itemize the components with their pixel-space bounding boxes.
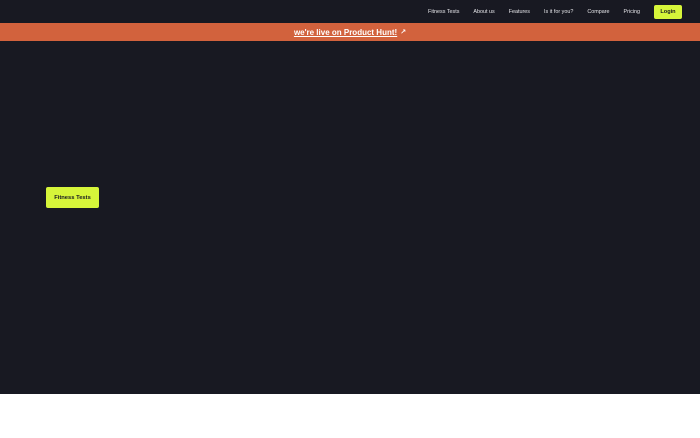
nav-link-about-us[interactable]: About us: [473, 9, 494, 15]
banner-text: we're live on Product Hunt!: [293, 27, 398, 37]
login-button[interactable]: Login: [654, 4, 682, 19]
page-lower-section: [0, 394, 700, 438]
nav-link-fitness-tests[interactable]: Fitness Tests: [428, 9, 459, 15]
nav-link-features[interactable]: Features: [509, 9, 530, 15]
top-navigation: Fitness Tests About us Features Is it fo…: [0, 0, 700, 23]
nav-link-compare[interactable]: Compare: [587, 9, 609, 15]
fitness-tests-button[interactable]: Fitness Tests: [46, 187, 99, 208]
nav-link-is-it-for-you[interactable]: Is it for you?: [544, 9, 573, 15]
hero-section: Fitness Tests About us Features Is it fo…: [0, 0, 700, 394]
nav-link-pricing[interactable]: Pricing: [624, 9, 640, 15]
product-hunt-link[interactable]: we're live on Product Hunt! ↗: [294, 28, 406, 37]
announcement-banner: we're live on Product Hunt! ↗: [0, 23, 700, 41]
arrow-icon: ↗: [400, 28, 407, 36]
